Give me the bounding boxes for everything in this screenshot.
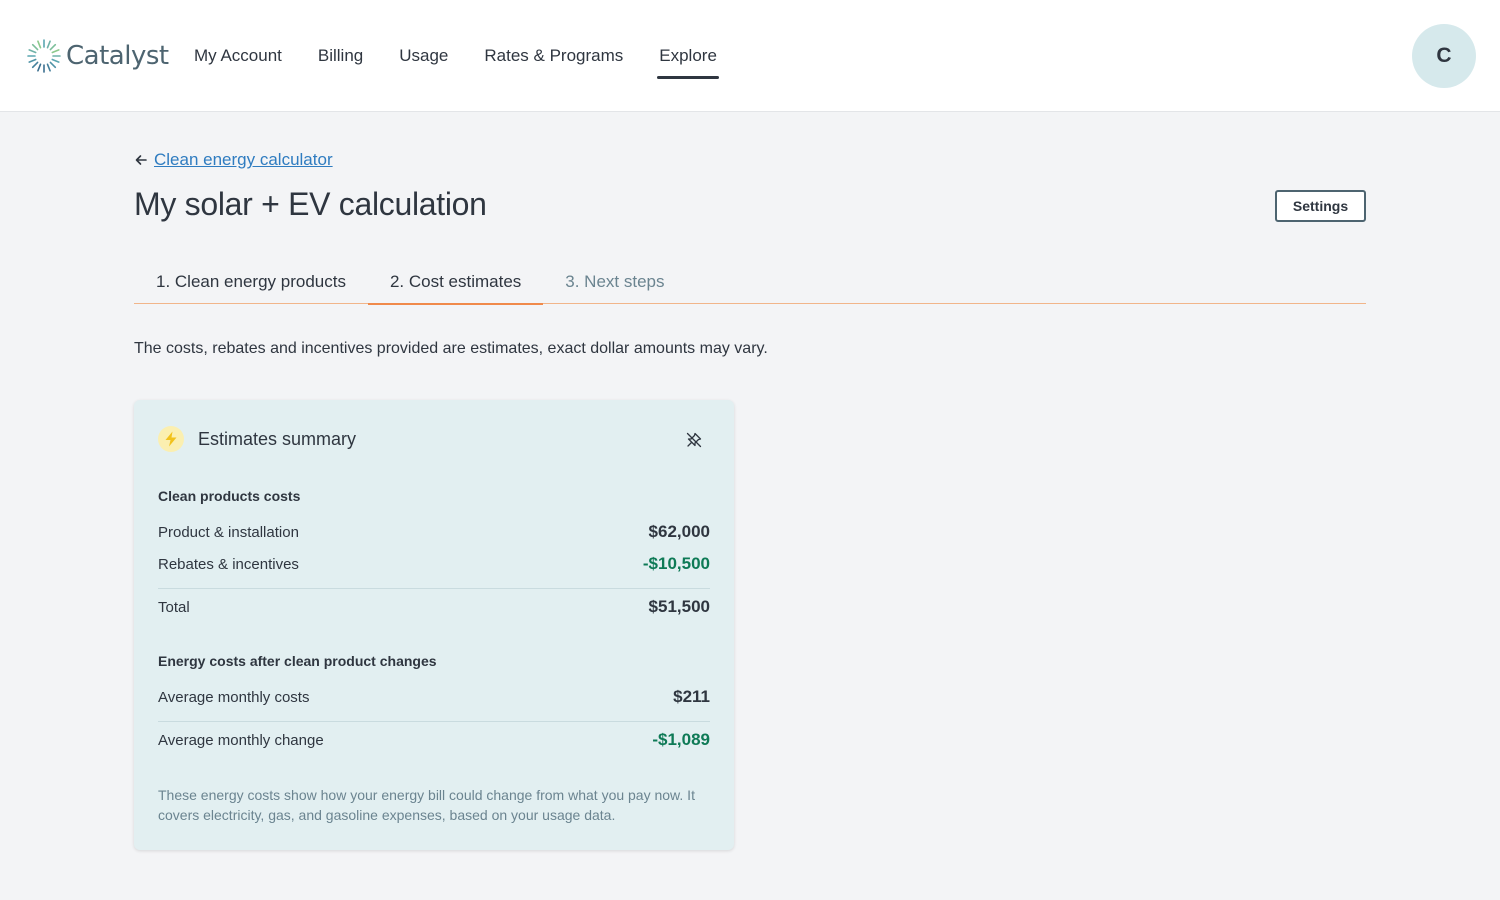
divider — [158, 588, 710, 589]
total-value: $51,500 — [648, 597, 710, 616]
product-installation-row: Product & installation $62,000 — [158, 522, 710, 542]
arrow-left-icon[interactable] — [134, 153, 148, 167]
card-title: Estimates summary — [198, 428, 357, 449]
avg-monthly-change-row: Average monthly change -$1,089 — [158, 730, 710, 750]
top-header: Catalyst My Account Billing Usage Rates … — [0, 0, 1500, 112]
back-link[interactable]: Clean energy calculator — [154, 150, 333, 170]
product-installation-label: Product & installation — [158, 523, 299, 541]
nav-usage[interactable]: Usage — [381, 0, 466, 112]
clean-costs-heading: Clean products costs — [158, 488, 301, 504]
nav-explore[interactable]: Explore — [641, 0, 735, 112]
nav-my-account[interactable]: My Account — [176, 0, 300, 112]
energy-costs-heading: Energy costs after clean product changes — [158, 653, 437, 669]
estimates-disclaimer: The costs, rebates and incentives provid… — [134, 340, 768, 357]
lightning-bolt-icon — [158, 426, 184, 452]
product-installation-value: $62,000 — [648, 522, 710, 541]
page-title: My solar + EV calculation — [134, 186, 487, 222]
total-label: Total — [158, 598, 190, 616]
divider — [158, 721, 710, 722]
main-nav: My Account Billing Usage Rates & Program… — [176, 0, 735, 112]
catalyst-logo-icon — [27, 39, 61, 73]
unpin-icon[interactable] — [684, 430, 704, 450]
avg-monthly-costs-label: Average monthly costs — [158, 688, 310, 706]
estimates-summary-card: Estimates summary Clean products costs P… — [134, 400, 734, 850]
breadcrumb: Clean energy calculator — [134, 150, 333, 170]
avg-monthly-change-label: Average monthly change — [158, 731, 324, 749]
logo-text: Catalyst — [66, 41, 169, 71]
logo[interactable]: Catalyst — [26, 38, 169, 74]
card-header: Estimates summary — [158, 426, 356, 452]
avg-monthly-costs-value: $211 — [673, 687, 710, 706]
tab-cost-estimates[interactable]: 2. Cost estimates — [367, 262, 544, 305]
avatar[interactable]: C — [1412, 24, 1476, 88]
nav-rates-programs[interactable]: Rates & Programs — [466, 0, 641, 112]
tab-clean-energy-products[interactable]: 1. Clean energy products — [134, 262, 368, 303]
nav-billing[interactable]: Billing — [300, 0, 381, 112]
step-tabs: 1. Clean energy products 2. Cost estimat… — [134, 262, 1366, 305]
rebates-incentives-row: Rebates & incentives -$10,500 — [158, 554, 710, 574]
tab-next-steps[interactable]: 3. Next steps — [543, 262, 686, 303]
avg-monthly-costs-row: Average monthly costs $211 — [158, 687, 710, 707]
avg-monthly-change-value: -$1,089 — [652, 730, 710, 749]
rebates-incentives-label: Rebates & incentives — [158, 555, 299, 573]
rebates-incentives-value: -$10,500 — [642, 554, 710, 573]
settings-button[interactable]: Settings — [1275, 190, 1366, 222]
energy-costs-footnote: These energy costs show how your energy … — [158, 787, 695, 823]
total-row: Total $51,500 — [158, 597, 710, 617]
